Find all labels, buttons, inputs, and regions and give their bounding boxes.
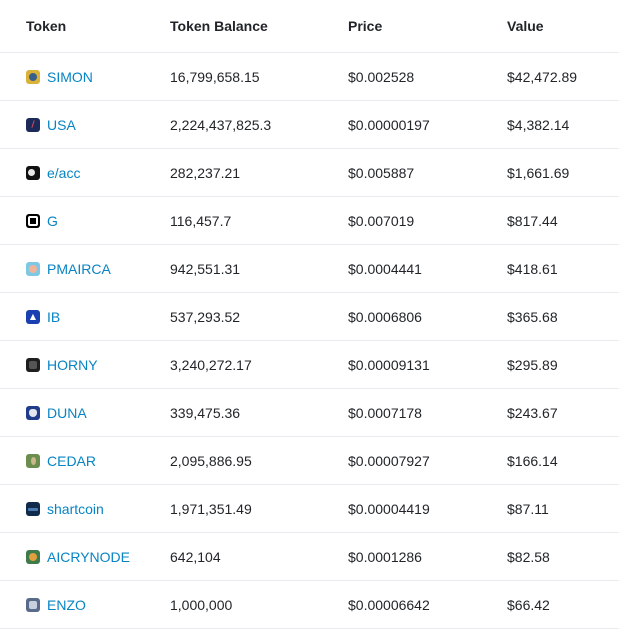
- aicrynode-token-icon: [26, 549, 40, 564]
- price-cell: $0.0001286: [348, 532, 507, 581]
- ib-token-icon: ▲: [26, 309, 40, 324]
- balance-cell: 16,799,658.15: [170, 52, 348, 101]
- table-row: CEDAR 2,095,886.95 $0.00007927 $166.14: [0, 436, 619, 485]
- token-link[interactable]: CEDAR: [47, 453, 96, 469]
- token-cell: G: [0, 196, 170, 245]
- token-cell: HORNY: [0, 340, 170, 389]
- header-row: Token Token Balance Price Value: [0, 0, 619, 53]
- table-row: DUNA 339,475.36 $0.0007178 $243.67: [0, 388, 619, 437]
- token-link[interactable]: PMAIRCA: [47, 261, 111, 277]
- price-cell: $0.0007178: [348, 388, 507, 437]
- table-row: shartcoin 1,971,351.49 $0.00004419 $87.1…: [0, 484, 619, 533]
- price-cell: $0.00006642: [348, 580, 507, 629]
- pmairca-token-icon: [26, 261, 40, 276]
- table-row: ENZO 1,000,000 $0.00006642 $66.42: [0, 580, 619, 629]
- value-cell: $42,472.89: [507, 52, 619, 101]
- token-link[interactable]: IB: [47, 309, 60, 325]
- token-link[interactable]: HORNY: [47, 357, 98, 373]
- price-cell: $0.00004419: [348, 484, 507, 533]
- balance-cell: 642,104: [170, 532, 348, 581]
- balance-cell: 1,000,000: [170, 580, 348, 629]
- table-row: / USA 2,224,437,825.3 $0.00000197 $4,382…: [0, 100, 619, 149]
- token-cell: e/acc: [0, 148, 170, 197]
- value-cell: $82.58: [507, 532, 619, 581]
- balance-cell: 537,293.52: [170, 292, 348, 341]
- value-cell: $243.67: [507, 388, 619, 437]
- token-holdings-table: Token Token Balance Price Value SIMON 16…: [0, 0, 619, 629]
- price-column-header: Price: [348, 0, 507, 53]
- shartcoin-token-icon: [26, 501, 40, 516]
- table-body: SIMON 16,799,658.15 $0.002528 $42,472.89…: [0, 52, 619, 629]
- value-cell: $418.61: [507, 244, 619, 293]
- horny-token-icon: [26, 357, 40, 372]
- balance-cell: 339,475.36: [170, 388, 348, 437]
- usa-token-icon: /: [26, 117, 40, 132]
- token-cell: DUNA: [0, 388, 170, 437]
- price-cell: $0.002528: [348, 52, 507, 101]
- table-row: ▲ IB 537,293.52 $0.0006806 $365.68: [0, 292, 619, 341]
- value-column-header: Value: [507, 0, 619, 53]
- price-cell: $0.007019: [348, 196, 507, 245]
- value-cell: $87.11: [507, 484, 619, 533]
- token-link[interactable]: USA: [47, 117, 76, 133]
- token-cell: CEDAR: [0, 436, 170, 485]
- token-cell: ENZO: [0, 580, 170, 629]
- table-row: AICRYNODE 642,104 $0.0001286 $82.58: [0, 532, 619, 581]
- duna-token-icon: [26, 405, 40, 420]
- eacc-token-icon: [26, 165, 40, 180]
- balance-cell: 942,551.31: [170, 244, 348, 293]
- token-cell: AICRYNODE: [0, 532, 170, 581]
- balance-column-header: Token Balance: [170, 0, 348, 53]
- price-cell: $0.00007927: [348, 436, 507, 485]
- token-link[interactable]: ENZO: [47, 597, 86, 613]
- token-cell: / USA: [0, 100, 170, 149]
- balance-cell: 1,971,351.49: [170, 484, 348, 533]
- table-row: HORNY 3,240,272.17 $0.00009131 $295.89: [0, 340, 619, 389]
- balance-cell: 2,224,437,825.3: [170, 100, 348, 149]
- token-link[interactable]: DUNA: [47, 405, 87, 421]
- value-cell: $166.14: [507, 436, 619, 485]
- price-cell: $0.0004441: [348, 244, 507, 293]
- balance-cell: 3,240,272.17: [170, 340, 348, 389]
- g-token-icon: [26, 213, 40, 228]
- token-link[interactable]: AICRYNODE: [47, 549, 130, 565]
- token-link[interactable]: SIMON: [47, 69, 93, 85]
- table-row: e/acc 282,237.21 $0.005887 $1,661.69: [0, 148, 619, 197]
- value-cell: $295.89: [507, 340, 619, 389]
- table-row: G 116,457.7 $0.007019 $817.44: [0, 196, 619, 245]
- token-column-header: Token: [0, 0, 170, 53]
- balance-cell: 2,095,886.95: [170, 436, 348, 485]
- simon-token-icon: [26, 69, 40, 84]
- token-cell: SIMON: [0, 52, 170, 101]
- balance-cell: 282,237.21: [170, 148, 348, 197]
- table-row: PMAIRCA 942,551.31 $0.0004441 $418.61: [0, 244, 619, 293]
- token-link[interactable]: shartcoin: [47, 501, 104, 517]
- balance-cell: 116,457.7: [170, 196, 348, 245]
- token-cell: PMAIRCA: [0, 244, 170, 293]
- table-header: Token Token Balance Price Value: [0, 0, 619, 53]
- price-cell: $0.005887: [348, 148, 507, 197]
- value-cell: $66.42: [507, 580, 619, 629]
- price-cell: $0.0006806: [348, 292, 507, 341]
- table-row: SIMON 16,799,658.15 $0.002528 $42,472.89: [0, 52, 619, 101]
- token-link[interactable]: G: [47, 213, 58, 229]
- value-cell: $365.68: [507, 292, 619, 341]
- value-cell: $4,382.14: [507, 100, 619, 149]
- token-cell: ▲ IB: [0, 292, 170, 341]
- value-cell: $1,661.69: [507, 148, 619, 197]
- token-link[interactable]: e/acc: [47, 165, 80, 181]
- enzo-token-icon: [26, 597, 40, 612]
- price-cell: $0.00009131: [348, 340, 507, 389]
- value-cell: $817.44: [507, 196, 619, 245]
- token-cell: shartcoin: [0, 484, 170, 533]
- cedar-token-icon: [26, 453, 40, 468]
- price-cell: $0.00000197: [348, 100, 507, 149]
